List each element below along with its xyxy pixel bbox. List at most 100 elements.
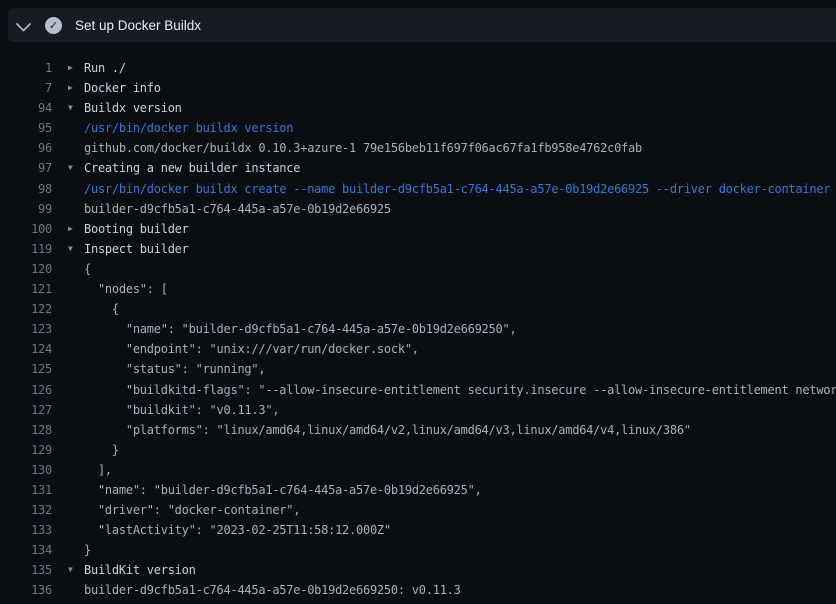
log-line: 129 }: [0, 440, 836, 460]
line-number[interactable]: 97: [0, 158, 52, 178]
line-number[interactable]: 99: [0, 199, 52, 219]
line-number[interactable]: 125: [0, 359, 52, 379]
line-number[interactable]: 128: [0, 420, 52, 440]
log-line: 98 /usr/bin/docker buildx create --name …: [0, 179, 836, 199]
caret-placeholder: [68, 319, 84, 339]
log-line: 96 github.com/docker/buildx 0.10.3+azure…: [0, 138, 836, 158]
caret-placeholder: [68, 540, 84, 560]
line-number[interactable]: 134: [0, 540, 52, 560]
log-line: 126 "buildkitd-flags": "--allow-insecure…: [0, 380, 836, 400]
line-number[interactable]: 7: [0, 78, 52, 98]
caret-placeholder: [68, 500, 84, 520]
caret-placeholder: [68, 400, 84, 420]
line-number[interactable]: 122: [0, 299, 52, 319]
log-line[interactable]: 1 ▶ Run ./: [0, 58, 836, 78]
line-number[interactable]: 1: [0, 58, 52, 78]
log-line-text: "buildkitd-flags": "--allow-insecure-ent…: [84, 380, 836, 400]
log-line-text: }: [84, 440, 836, 460]
log-line-text: {: [84, 299, 836, 319]
log-line-text: /usr/bin/docker buildx create --name bui…: [84, 179, 836, 199]
line-number[interactable]: 129: [0, 440, 52, 460]
caret-placeholder: [68, 179, 84, 199]
log-line-text: "endpoint": "unix:///var/run/docker.sock…: [84, 339, 836, 359]
log-line[interactable]: 97 ▼ Creating a new builder instance: [0, 158, 836, 178]
caret-placeholder: [68, 420, 84, 440]
log-line: 122 {: [0, 299, 836, 319]
log-line-text: "status": "running",: [84, 359, 836, 379]
log-line-text: {: [84, 259, 836, 279]
step-header[interactable]: ✓ Set up Docker Buildx: [8, 8, 836, 42]
line-number[interactable]: 124: [0, 339, 52, 359]
log-line: 123 "name": "builder-d9cfb5a1-c764-445a-…: [0, 319, 836, 339]
log-line-text: builder-d9cfb5a1-c764-445a-a57e-0b19d2e6…: [84, 199, 836, 219]
log-line-text: Booting builder: [84, 219, 836, 239]
line-number[interactable]: 126: [0, 380, 52, 400]
log-line-text: "buildkit": "v0.11.3",: [84, 400, 836, 420]
log-line-text: BuildKit version: [84, 560, 836, 580]
line-number[interactable]: 132: [0, 500, 52, 520]
line-number[interactable]: 120: [0, 259, 52, 279]
caret-right-icon[interactable]: ▶: [68, 58, 84, 78]
caret-placeholder: [68, 520, 84, 540]
log-line-text: "driver": "docker-container",: [84, 500, 836, 520]
line-number[interactable]: 127: [0, 400, 52, 420]
log-line: 127 "buildkit": "v0.11.3",: [0, 400, 836, 420]
log-line-text: "lastActivity": "2023-02-25T11:58:12.000…: [84, 520, 836, 540]
log-line-text: Creating a new builder instance: [84, 158, 836, 178]
caret-placeholder: [68, 138, 84, 158]
log-line[interactable]: 119 ▼ Inspect builder: [0, 239, 836, 259]
check-circle-icon: ✓: [45, 17, 62, 34]
line-number[interactable]: 100: [0, 219, 52, 239]
line-number[interactable]: 121: [0, 279, 52, 299]
log-line-text: Run ./: [84, 58, 836, 78]
caret-placeholder: [68, 480, 84, 500]
log-line[interactable]: 7 ▶ Docker info: [0, 78, 836, 98]
log-line-text: "platforms": "linux/amd64,linux/amd64/v2…: [84, 420, 836, 440]
log-line: 125 "status": "running",: [0, 359, 836, 379]
actions-log-viewer: ✓ Set up Docker Buildx 1 ▶ Run ./ 7 ▶ Do…: [0, 0, 836, 604]
caret-placeholder: [68, 279, 84, 299]
line-number[interactable]: 95: [0, 118, 52, 138]
line-number[interactable]: 136: [0, 580, 52, 600]
log-line[interactable]: 94 ▼ Buildx version: [0, 98, 836, 118]
log-line-text: ],: [84, 460, 836, 480]
line-number[interactable]: 123: [0, 319, 52, 339]
caret-down-icon[interactable]: ▼: [68, 560, 84, 580]
line-number[interactable]: 119: [0, 239, 52, 259]
log-line-text: Buildx version: [84, 98, 836, 118]
log-line-text: "name": "builder-d9cfb5a1-c764-445a-a57e…: [84, 480, 836, 500]
log-line[interactable]: 135 ▼ BuildKit version: [0, 560, 836, 580]
collapse-step-button[interactable]: [8, 8, 38, 42]
line-number[interactable]: 94: [0, 98, 52, 118]
line-number[interactable]: 98: [0, 179, 52, 199]
caret-placeholder: [68, 259, 84, 279]
caret-placeholder: [68, 380, 84, 400]
caret-down-icon[interactable]: ▼: [68, 239, 84, 259]
log-line: 136 builder-d9cfb5a1-c764-445a-a57e-0b19…: [0, 580, 836, 600]
log-line[interactable]: 100 ▶ Booting builder: [0, 219, 836, 239]
caret-right-icon[interactable]: ▶: [68, 219, 84, 239]
caret-placeholder: [68, 199, 84, 219]
log-line: 99 builder-d9cfb5a1-c764-445a-a57e-0b19d…: [0, 199, 836, 219]
log-line-text: Inspect builder: [84, 239, 836, 259]
line-number[interactable]: 130: [0, 460, 52, 480]
log-line: 95 /usr/bin/docker buildx version: [0, 118, 836, 138]
caret-down-icon[interactable]: ▼: [68, 158, 84, 178]
log-line: 128 "platforms": "linux/amd64,linux/amd6…: [0, 420, 836, 440]
caret-placeholder: [68, 299, 84, 319]
log-line-text: }: [84, 540, 836, 560]
line-number[interactable]: 96: [0, 138, 52, 158]
log-line-text: builder-d9cfb5a1-c764-445a-a57e-0b19d2e6…: [84, 580, 836, 600]
log-line-text: "nodes": [: [84, 279, 836, 299]
line-number[interactable]: 133: [0, 520, 52, 540]
log-line: 120 {: [0, 259, 836, 279]
log-line-text: "name": "builder-d9cfb5a1-c764-445a-a57e…: [84, 319, 836, 339]
log-line: 134 }: [0, 540, 836, 560]
step-title: Set up Docker Buildx: [75, 18, 201, 33]
log-line: 130 ],: [0, 460, 836, 480]
log-line-text: Docker info: [84, 78, 836, 98]
caret-down-icon[interactable]: ▼: [68, 98, 84, 118]
line-number[interactable]: 135: [0, 560, 52, 580]
caret-right-icon[interactable]: ▶: [68, 78, 84, 98]
line-number[interactable]: 131: [0, 480, 52, 500]
